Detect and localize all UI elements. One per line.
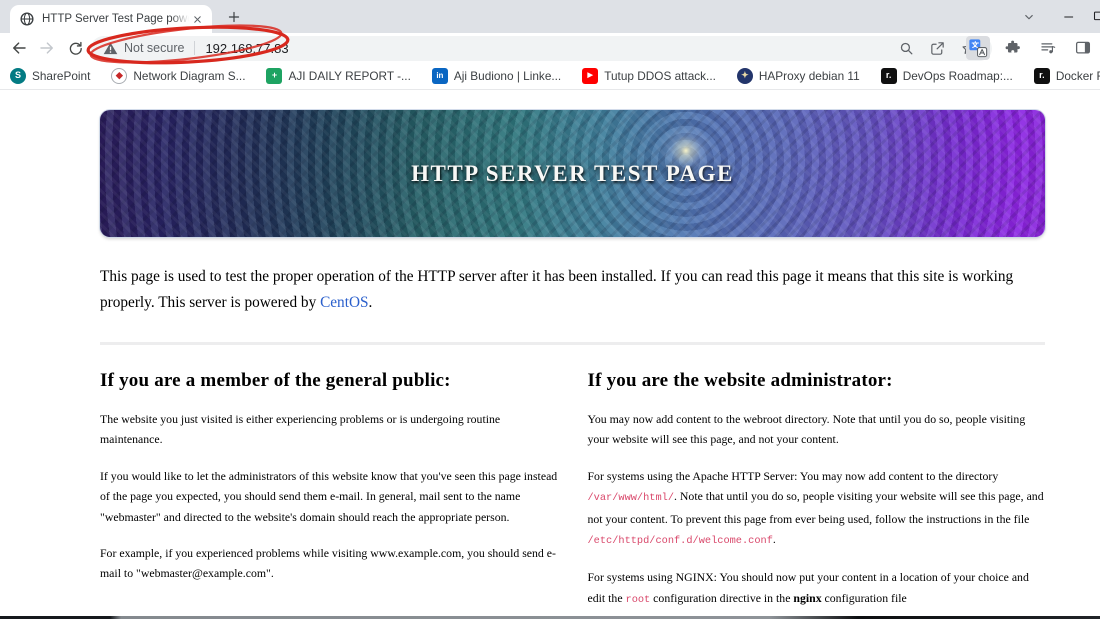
public-heading: If you are a member of the general publi… [100, 370, 451, 391]
intro-paragraph: This page is used to test the proper ope… [100, 264, 1045, 316]
bookmark-item[interactable]: in Aji Budiono | Linke... [431, 67, 562, 84]
forward-icon[interactable] [35, 36, 59, 60]
text-segment: configuration directive in the [650, 590, 794, 605]
toolbar-extensions-area [966, 35, 1095, 61]
bookmark-item[interactable]: S SharePoint [10, 67, 91, 84]
side-search-icon[interactable] [894, 36, 918, 60]
minimize-icon[interactable] [1054, 4, 1084, 30]
bookmark-item[interactable]: ▶ Tutup DDOS attack... [582, 67, 716, 84]
extensions-icon[interactable] [1001, 36, 1025, 60]
admin-paragraph-1: You may now add content to the webroot d… [587, 412, 1026, 447]
roadmap-sh-icon: r. [1033, 67, 1050, 84]
roadmap-sh-icon: r. [880, 67, 897, 84]
code-path-welcome-conf: /etc/httpd/conf.d/welcome.conf [587, 535, 773, 548]
bookmark-label: Aji Budiono | Linke... [453, 68, 562, 83]
linkedin-icon: in [431, 67, 448, 84]
bookmark-label: DevOps Roadmap:... [902, 68, 1013, 83]
page-title: HTTP SERVER TEST PAGE [411, 160, 734, 186]
translate-icon[interactable] [966, 36, 990, 60]
new-tab-icon[interactable] [224, 7, 244, 27]
text-segment: . [772, 532, 776, 547]
network-diagram-icon: ◆ [111, 67, 128, 84]
omnibox-divider [194, 41, 196, 55]
bookmark-label: Network Diagram S... [133, 68, 246, 83]
text-segment: For systems using the Apache HTTP Server… [587, 468, 999, 483]
bookmark-item[interactable]: r. Docker Roadmap -... [1033, 67, 1100, 84]
media-controls-icon[interactable] [1036, 36, 1060, 60]
close-icon[interactable] [189, 11, 206, 28]
code-root-directive: root [625, 593, 651, 606]
test-page-banner: HTTP SERVER TEST PAGE [100, 110, 1045, 237]
tab-strip: HTTP Server Test Page powered [0, 0, 1100, 33]
sharepoint-icon: S [10, 67, 26, 84]
bookmark-label: AJI DAILY REPORT -... [288, 68, 411, 83]
browser-toolbar: Not secure 192.168.77.83 [0, 33, 1100, 62]
bookmark-label: Docker Roadmap -... [1055, 68, 1100, 83]
public-paragraph-3: For example, if you experienced problems… [100, 546, 556, 581]
code-path-webroot: /var/www/html/ [587, 492, 675, 505]
bookmark-item[interactable]: ✦ HAProxy debian 11 [736, 67, 860, 84]
reload-icon[interactable] [63, 36, 87, 60]
security-label[interactable]: Not secure [124, 41, 184, 55]
bookmark-label: SharePoint [32, 68, 91, 83]
maximize-icon[interactable] [1084, 4, 1100, 30]
browser-window: HTTP Server Test Page powered [0, 0, 1100, 619]
side-panel-icon[interactable] [1071, 36, 1095, 60]
warning-icon[interactable] [103, 41, 118, 55]
url-text[interactable]: 192.168.77.83 [205, 41, 288, 56]
horizontal-divider [100, 342, 1045, 345]
back-icon[interactable] [7, 36, 31, 60]
address-bar[interactable]: Not secure 192.168.77.83 [91, 35, 992, 61]
public-paragraph-2: If you would like to let the administrat… [100, 468, 558, 524]
bookmark-label: Tutup DDOS attack... [604, 68, 716, 83]
tab-search-chevron-icon[interactable] [1014, 4, 1044, 30]
bookmark-item[interactable]: + AJI DAILY REPORT -... [266, 67, 411, 84]
tab-title: HTTP Server Test Page powered [42, 13, 189, 25]
intro-text-end: . [368, 294, 373, 311]
bookmark-item[interactable]: r. DevOps Roadmap:... [880, 67, 1013, 84]
public-paragraph-1: The website you just visited is either e… [100, 412, 501, 447]
youtube-icon: ▶ [582, 67, 599, 84]
nginx-bold: nginx [793, 590, 822, 605]
admin-paragraph-apache: For systems using the Apache HTTP Server… [588, 466, 1046, 552]
intro-text: This page is used to test the proper ope… [100, 268, 1014, 311]
admin-column: If you are the website administrator: Yo… [588, 370, 1046, 619]
share-icon[interactable] [925, 36, 949, 60]
globe-favicon-icon [19, 11, 35, 27]
bookmark-label: HAProxy debian 11 [758, 68, 860, 83]
google-sheets-icon: + [266, 67, 283, 84]
admin-heading: If you are the website administrator: [587, 370, 893, 391]
window-controls [1014, 0, 1100, 33]
bookmark-item[interactable]: ◆ Network Diagram S... [111, 67, 246, 84]
centos-link[interactable]: CentOS [320, 294, 368, 311]
browser-tab[interactable]: HTTP Server Test Page powered [10, 5, 212, 33]
page-viewport: HTTP SERVER TEST PAGE This page is used … [0, 91, 1100, 619]
bookmarks-bar: S SharePoint ◆ Network Diagram S... + AJ… [0, 62, 1100, 90]
admin-paragraph-nginx: For systems using NGINX: You should now … [588, 567, 1046, 610]
text-segment: configuration file [821, 590, 907, 605]
public-column: If you are a member of the general publi… [100, 370, 558, 619]
haproxy-icon: ✦ [736, 67, 753, 84]
